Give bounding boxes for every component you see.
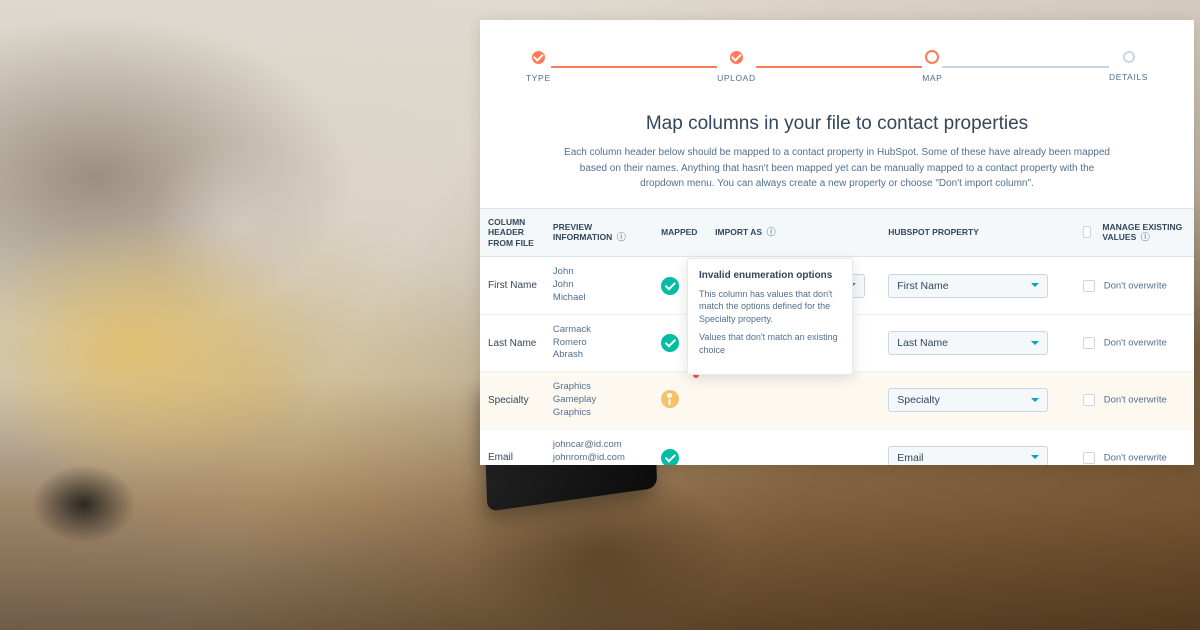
tooltip-text: Values that don't match an existing choi… (699, 331, 841, 356)
cell-import-as (707, 429, 880, 465)
step-label: DETAILS (1109, 72, 1148, 82)
page-description: Each column header below should be mappe… (557, 145, 1117, 192)
chevron-down-icon (1031, 455, 1039, 463)
check-icon (730, 51, 743, 64)
th-column-header: COLUMN HEADER FROM FILE (480, 208, 545, 257)
check-icon (532, 51, 545, 64)
dont-overwrite-checkbox[interactable] (1083, 280, 1095, 292)
property-dropdown[interactable]: Specialty (888, 388, 1048, 412)
check-icon (661, 334, 679, 352)
property-dropdown[interactable]: Email (888, 446, 1048, 465)
check-icon (661, 449, 679, 465)
cell-header: Last Name (480, 314, 545, 371)
mapping-table-wrap: COLUMN HEADER FROM FILE PREVIEW INFORMAT… (480, 208, 1194, 466)
cell-mapped (653, 372, 707, 429)
info-icon[interactable]: ⓘ (764, 227, 776, 237)
chevron-down-icon (1031, 283, 1039, 291)
stepper-line (756, 66, 923, 68)
property-dropdown[interactable]: First Name (888, 274, 1048, 298)
tooltip-text: This column has values that don't match … (699, 288, 841, 326)
dont-overwrite-checkbox[interactable] (1083, 452, 1095, 464)
cell-property: Last Name (880, 314, 1075, 371)
dont-overwrite-checkbox[interactable] (1083, 337, 1095, 349)
cell-manage: Don't overwrite (1075, 372, 1194, 429)
cell-property: Email (880, 429, 1075, 465)
dont-overwrite-checkbox[interactable] (1083, 394, 1095, 406)
step-label: MAP (922, 73, 942, 83)
page-title: Map columns in your file to contact prop… (480, 113, 1194, 135)
future-step-icon (1123, 51, 1135, 63)
step-label: TYPE (526, 73, 551, 83)
chevron-down-icon (1031, 398, 1039, 406)
stepper-line (942, 66, 1109, 68)
progress-stepper: TYPE UPLOAD MAP DETAILS (480, 20, 1194, 97)
info-icon[interactable]: ⓘ (1138, 232, 1150, 242)
step-details: DETAILS (1109, 51, 1148, 82)
cell-property: Specialty (880, 372, 1075, 429)
cell-preview: Carmack Romero Abrash (545, 314, 653, 371)
property-dropdown[interactable]: Last Name (888, 331, 1048, 355)
table-row: Specialty Graphics Gameplay Graphics Spe… (480, 372, 1194, 429)
chevron-down-icon (1031, 341, 1039, 349)
step-type: TYPE (526, 51, 551, 83)
info-icon[interactable]: ⓘ (614, 232, 626, 242)
warning-icon (661, 390, 679, 408)
table-row: Email johncar@id.com johnrom@id.com abra… (480, 429, 1194, 465)
cell-property: First Name (880, 257, 1075, 314)
cell-manage: Don't overwrite (1075, 314, 1194, 371)
step-upload: UPLOAD (717, 51, 756, 83)
th-manage-values: MANAGE EXISTING VALUES ⓘ (1075, 208, 1194, 257)
current-step-icon (925, 50, 939, 64)
step-map: MAP (922, 50, 942, 83)
th-mapped: MAPPED (653, 208, 707, 257)
stepper-line (551, 66, 718, 68)
import-mapping-panel: TYPE UPLOAD MAP DETAILS Map columns in y… (480, 20, 1194, 465)
step-label: UPLOAD (717, 73, 756, 83)
cell-manage: Don't overwrite (1075, 429, 1194, 465)
cell-header: Specialty (480, 372, 545, 429)
th-preview: PREVIEW INFORMATION ⓘ (545, 208, 653, 257)
th-import-as: IMPORT AS ⓘ (707, 208, 880, 257)
cell-import-as (707, 372, 880, 429)
manage-all-checkbox[interactable] (1083, 226, 1091, 238)
cell-manage: Don't overwrite (1075, 257, 1194, 314)
tooltip-title: Invalid enumeration options (699, 269, 841, 283)
cell-header: Email (480, 429, 545, 465)
cell-preview: Graphics Gameplay Graphics (545, 372, 653, 429)
check-icon (661, 277, 679, 295)
th-hubspot-property: HUBSPOT PROPERTY (880, 208, 1075, 257)
cell-mapped (653, 429, 707, 465)
cell-header: First Name (480, 257, 545, 314)
enumeration-warning-tooltip: Invalid enumeration options This column … (687, 258, 853, 376)
cell-preview: johncar@id.com johnrom@id.com abrash@id.… (545, 429, 653, 465)
cell-preview: John John Michael (545, 257, 653, 314)
